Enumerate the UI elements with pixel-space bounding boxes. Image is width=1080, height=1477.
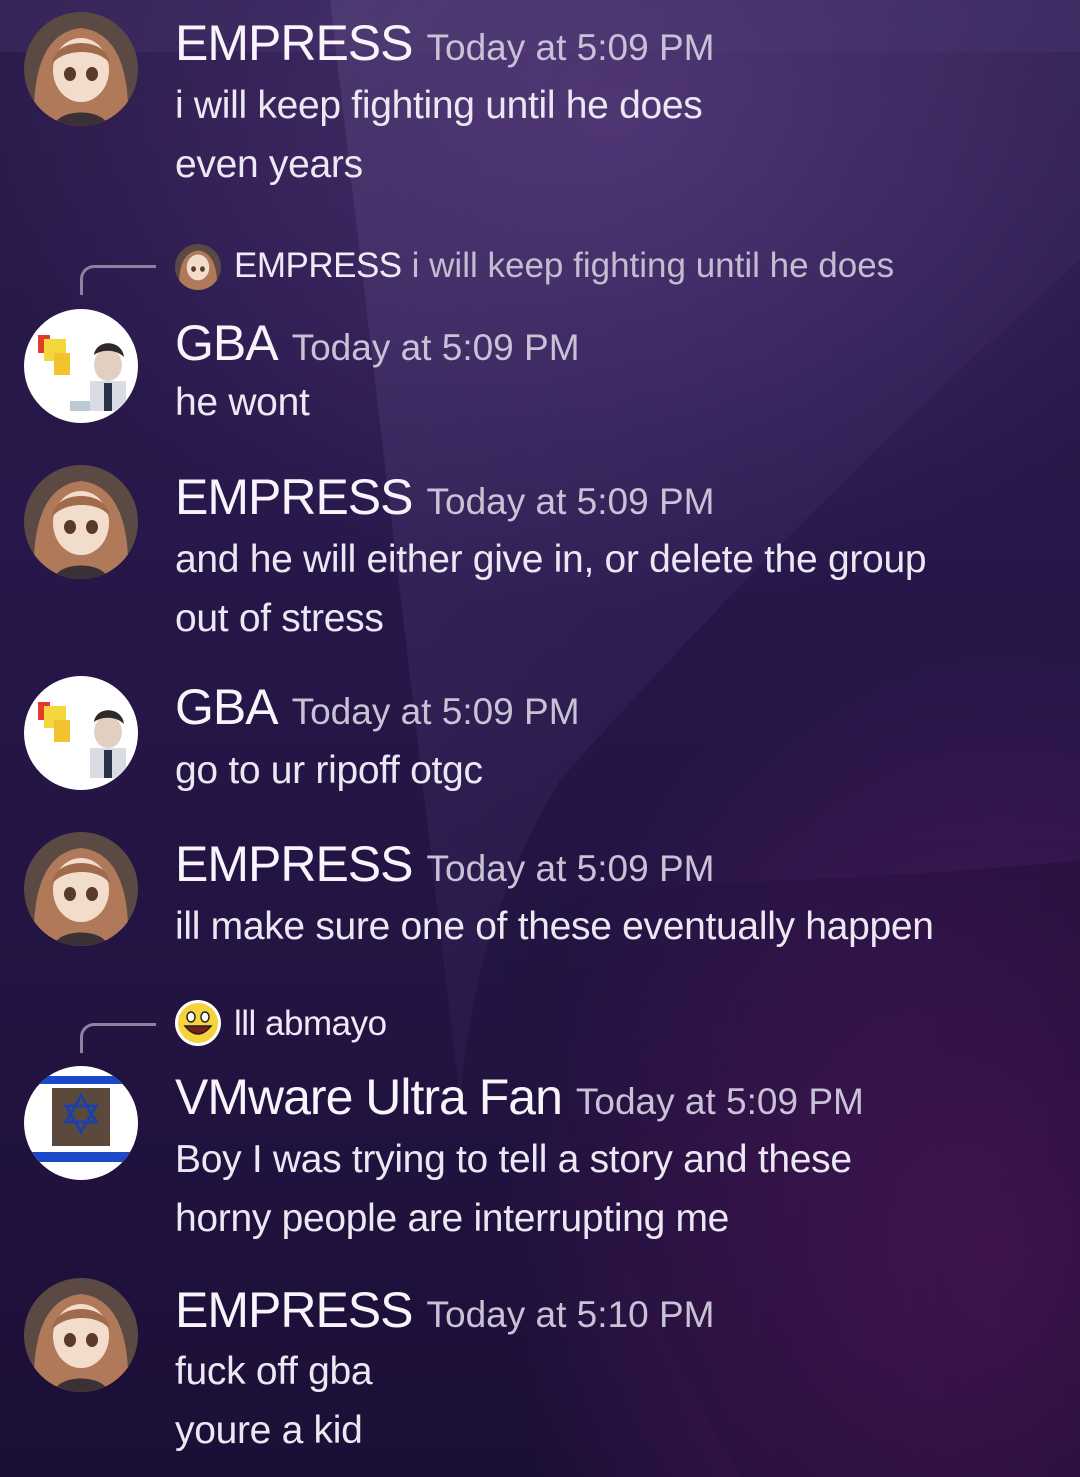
chat-message: EMPRESS Today at 5:09 PM i will keep figh…: [0, 0, 1080, 200]
timestamp: Today at 5:10 PM: [426, 1294, 715, 1335]
chat-message: EMPRESS Today at 5:10 PM fuck off gba you…: [0, 1274, 1080, 1474]
reply-connector-line: [80, 1023, 156, 1053]
message-text: Boy I was trying to tell a story and the…: [175, 1138, 852, 1181]
anime-girl-icon: [175, 244, 221, 290]
username[interactable]: EMPRESS: [175, 836, 414, 892]
blocky-figure-icon: [24, 309, 138, 423]
anime-girl-avatar[interactable]: [24, 832, 138, 946]
reply-username[interactable]: lll abmayo: [234, 1004, 387, 1043]
reply-preview[interactable]: EMPRESS i will keep fighting until he doe…: [0, 236, 1080, 296]
username[interactable]: GBA: [175, 315, 279, 371]
anime-girl-avatar[interactable]: [24, 12, 138, 126]
awesome-face-icon: [175, 1000, 221, 1046]
reply-connector-line: [80, 265, 156, 295]
chat-message-list: EMPRESS Today at 5:09 PM i will keep figh…: [0, 0, 1080, 1477]
username[interactable]: EMPRESS: [175, 15, 414, 71]
anime-girl-avatar[interactable]: [24, 1278, 138, 1392]
message-text: fuck off gba: [175, 1350, 373, 1393]
anime-girl-icon: [24, 12, 138, 126]
message-text: youre a kid: [175, 1409, 363, 1452]
blocky-figure-avatar[interactable]: [24, 309, 138, 423]
reply-content: i will keep fighting until he does: [411, 246, 895, 285]
awesome-face-avatar: [175, 1000, 221, 1046]
username[interactable]: EMPRESS: [175, 469, 414, 525]
flag-star-avatar[interactable]: [24, 1066, 138, 1180]
message-text: out of stress: [175, 597, 384, 640]
chat-message: EMPRESS Today at 5:09 PM ill make sure on…: [0, 828, 1080, 968]
blocky-figure-avatar[interactable]: [24, 676, 138, 790]
timestamp: Today at 5:09 PM: [291, 327, 580, 368]
timestamp: Today at 5:09 PM: [426, 27, 715, 68]
chat-message: lll abmayo VMware Ultra Fan Today at 5:09…: [0, 994, 1080, 1264]
message-text: and he will either give in, or delete th…: [175, 538, 927, 581]
reply-preview[interactable]: lll abmayo: [0, 994, 1080, 1054]
timestamp: Today at 5:09 PM: [291, 691, 580, 732]
anime-girl-icon: [24, 465, 138, 579]
anime-girl-avatar: [175, 244, 221, 290]
anime-girl-avatar[interactable]: [24, 465, 138, 579]
timestamp: Today at 5:09 PM: [426, 481, 715, 522]
chat-message: EMPRESS i will keep fighting until he doe…: [0, 236, 1080, 436]
message-text: he wont: [175, 381, 310, 424]
blocky-figure-icon: [24, 676, 138, 790]
message-text: horny people are interrupting me: [175, 1197, 730, 1240]
anime-girl-icon: [24, 832, 138, 946]
chat-message: EMPRESS Today at 5:09 PM and he will eith…: [0, 460, 1080, 660]
chat-message: GBA Today at 5:09 PM go to ur ripoff otgc: [0, 672, 1080, 812]
flag-star-icon: [24, 1066, 138, 1180]
username[interactable]: EMPRESS: [175, 1282, 414, 1338]
message-text: even years: [175, 143, 363, 186]
message-text: go to ur ripoff otgc: [175, 749, 483, 792]
reply-username[interactable]: EMPRESS: [234, 246, 402, 285]
username[interactable]: GBA: [175, 679, 279, 735]
timestamp: Today at 5:09 PM: [575, 1081, 864, 1122]
anime-girl-icon: [24, 1278, 138, 1392]
username[interactable]: VMware Ultra Fan: [175, 1069, 563, 1125]
message-text: ill make sure one of these eventually ha…: [175, 905, 934, 948]
timestamp: Today at 5:09 PM: [426, 848, 715, 889]
message-text: i will keep fighting until he does: [175, 84, 703, 127]
